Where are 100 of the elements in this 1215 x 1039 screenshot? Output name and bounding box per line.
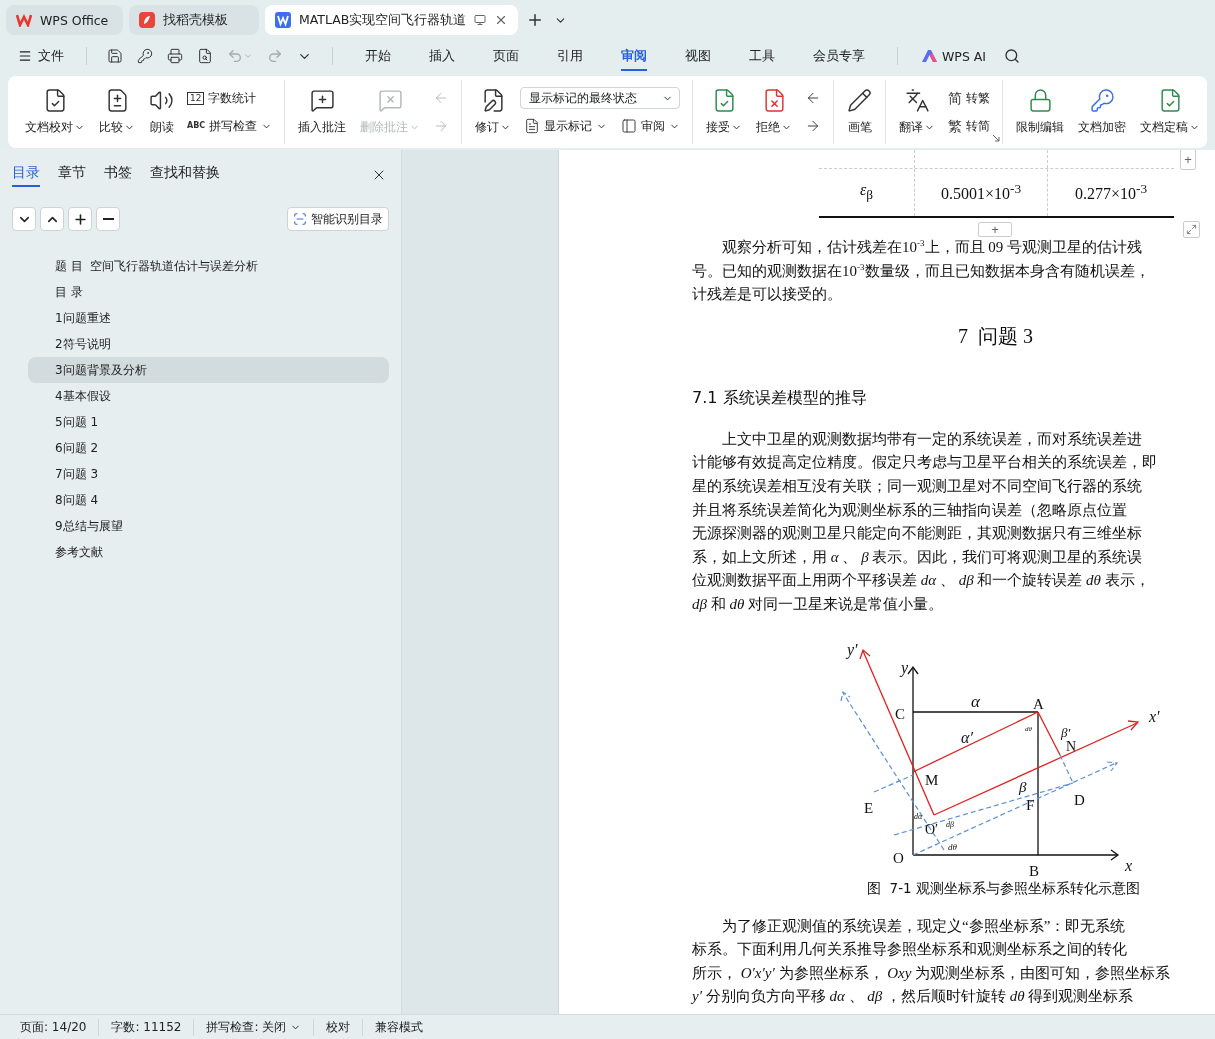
ribbon-button[interactable]: 繁 转简	[944, 115, 995, 137]
status-item[interactable]: 兼容模式	[363, 1018, 436, 1036]
ribbon-button[interactable]: 文档定稿	[1135, 80, 1206, 144]
save-icon	[107, 48, 123, 64]
ribbon-button[interactable]: 限制编辑	[1011, 80, 1070, 144]
diagram-label: C	[895, 705, 905, 722]
ribbon-button[interactable]: 插入批注	[293, 80, 352, 144]
text-line: 观察分析可知，估计残差在10$^{-3}$上，而且 09 号观测卫星的估计残	[721, 237, 1142, 257]
table-cell-text: 0.277×10$^{-3}$	[1073, 180, 1149, 205]
ribbon-button[interactable]: 审阅	[617, 115, 685, 137]
diagram-label: A	[1033, 695, 1044, 712]
save-button[interactable]	[105, 46, 125, 66]
toc-item[interactable]: 7问题 3	[28, 461, 389, 487]
toc-item[interactable]: 题 目 空间飞行器轨道估计与误差分析	[28, 253, 389, 279]
menu-icon	[18, 49, 32, 63]
toc-item[interactable]: 参考文献	[28, 539, 389, 565]
key-icon	[1089, 88, 1115, 113]
ribbon-button[interactable]: 显示标记	[520, 115, 612, 137]
text-line: 号。已知的观测数据在10$^{-3}$数量级，而且已知数据本身含有随机误差，	[692, 260, 1150, 281]
diagram-label: dα	[914, 811, 923, 821]
status-item[interactable]: 字数: 11152	[99, 1018, 195, 1036]
document-search-icon	[197, 48, 213, 64]
toc-item[interactable]: 4基本假设	[28, 383, 389, 409]
corner-arrow-icon[interactable]	[992, 134, 1001, 142]
ribbon-tab[interactable]: 视图	[685, 41, 711, 71]
diagram-label: dβ	[946, 819, 954, 829]
app-tab[interactable]: MATLAB实现空间飞行器轨道	[265, 5, 519, 35]
diagram-label: D	[1074, 791, 1085, 808]
demote-button[interactable]	[96, 207, 120, 231]
toc-item[interactable]: 1问题重述	[28, 305, 389, 331]
text-line: 并且将系统误差简化为观测坐标系的三轴指向误差（忽略原点位置	[692, 500, 1127, 520]
ribbon-tab[interactable]: 页面	[493, 41, 519, 71]
panel-tab[interactable]: 章节	[58, 162, 86, 187]
ribbon-tab[interactable]: 会员专享	[813, 41, 865, 71]
ai-button[interactable]: WPS AI	[916, 47, 993, 65]
ribbon-tab[interactable]: 插入	[429, 41, 455, 71]
ribbon-button[interactable]: ABC 拼写检查	[183, 115, 277, 137]
promote-button[interactable]	[68, 207, 92, 231]
diagram-label: E	[864, 799, 874, 816]
comment-x-icon	[377, 88, 403, 113]
ribbon-button[interactable]: 文档加密	[1073, 80, 1132, 144]
table-cell: 0.5001×10$^{-3}$	[915, 169, 1048, 216]
key-button[interactable]	[135, 46, 155, 66]
ribbon-button[interactable]: 修订	[470, 80, 517, 144]
toc-item[interactable]: 9总结与展望	[28, 513, 389, 539]
ribbon-button[interactable]: 翻译	[894, 80, 941, 144]
toc-item[interactable]: 5问题 1	[28, 409, 389, 435]
ribbon-tab[interactable]: 引用	[557, 41, 583, 71]
toc-item[interactable]: 8问题 4	[28, 487, 389, 513]
panel-icon	[621, 118, 638, 134]
toc-item[interactable]: 目 录	[28, 279, 389, 305]
document-icon	[524, 118, 541, 134]
ribbon-button[interactable]: 12 字数统计	[183, 87, 277, 109]
subsection-heading: 7.1 系统误差模型的推导	[692, 386, 868, 409]
app-tab[interactable]: 找稻壳模板	[129, 5, 259, 35]
text-line: 标系。下面利用几何关系推导参照坐标系和观测坐标系之间的转化	[692, 940, 1127, 960]
smart-toc-button[interactable]: 智能识别目录	[287, 207, 389, 231]
add-row-button[interactable]: +	[978, 222, 1012, 237]
add-column-button[interactable]: +	[1180, 150, 1196, 170]
panel-tab[interactable]: 目录	[12, 162, 40, 187]
status-item[interactable]: 拼写检查: 关闭	[194, 1018, 315, 1036]
file-menu[interactable]: 文件	[14, 47, 68, 65]
minus-icon	[102, 218, 114, 220]
text-line: 为了修正观测值的系统误差，现定义“参照坐标系”：即无系统	[721, 916, 1126, 936]
ribbon-button[interactable]: 比较	[94, 80, 140, 144]
collapse-button[interactable]	[12, 207, 36, 231]
ribbon-button[interactable]: 文档校对	[20, 80, 90, 144]
markup-dropdown[interactable]: 显示标记的最终状态	[520, 87, 681, 109]
translate-icon	[904, 88, 930, 113]
print-button[interactable]	[165, 46, 185, 66]
app-tab[interactable]: WPS Office	[6, 5, 123, 35]
resize-button[interactable]	[1183, 221, 1200, 238]
status-item[interactable]: 页面: 14/20	[8, 1018, 100, 1036]
ribbon-button[interactable]: 拒绝	[751, 80, 798, 144]
ribbon-button[interactable]: 接受	[701, 80, 748, 144]
redo-icon	[267, 48, 283, 64]
ribbon-button[interactable]: 简 转繁	[944, 87, 995, 109]
ribbon-tab[interactable]: 开始	[365, 41, 391, 71]
comment-plus-icon	[309, 88, 335, 113]
toc-item[interactable]: 3问题背景及分析	[28, 357, 389, 383]
ribbon-button[interactable]: 朗读	[144, 80, 179, 144]
toc-item[interactable]: 6问题 2	[28, 435, 389, 461]
search-icon	[1004, 48, 1021, 64]
panel-tab[interactable]: 书签	[104, 162, 132, 187]
expand-button[interactable]	[40, 207, 64, 231]
panel-tab[interactable]: 查找和替换	[150, 162, 220, 187]
diagram-label: y′	[847, 640, 858, 658]
toc-item[interactable]: 2符号说明	[28, 331, 389, 357]
ribbon-tab[interactable]: 审阅	[621, 41, 647, 71]
status-item[interactable]: 校对	[314, 1018, 364, 1036]
speaker-icon	[149, 88, 174, 113]
text-line: 位观测数据平面上用两个平移误差 dα 、 dβ 和一个旋转误差 dθ 表示，	[692, 571, 1150, 591]
ribbon-tab[interactable]: 工具	[749, 41, 775, 71]
ribbon-button[interactable]: 画笔	[842, 80, 878, 144]
table-cell: ε$_{β}$	[819, 169, 915, 216]
diagram-label: M	[925, 771, 939, 788]
monitor-icon	[474, 14, 487, 26]
resize-icon	[1186, 224, 1197, 235]
diagram-label: β′	[1061, 724, 1071, 740]
logo-icon	[16, 13, 32, 27]
